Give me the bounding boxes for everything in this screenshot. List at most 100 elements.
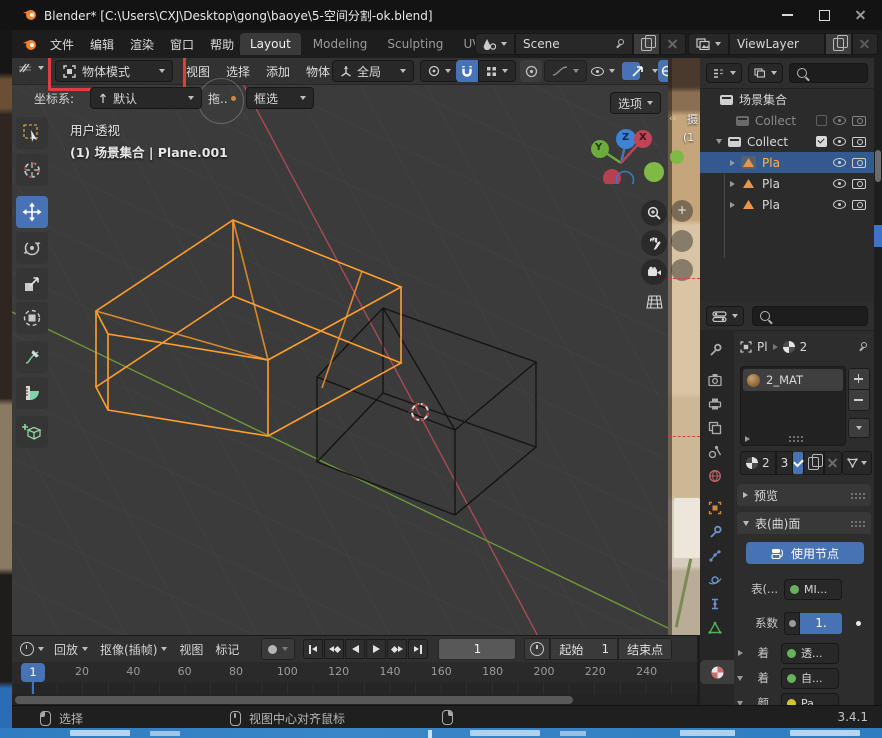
menu-help[interactable]: 帮助 xyxy=(202,36,242,53)
shader-dropdown[interactable]: 透... xyxy=(781,643,839,664)
orientation-dropdown[interactable]: 全局 xyxy=(332,60,414,82)
options-dropdown[interactable]: 选项 xyxy=(610,92,661,114)
use-nodes-button[interactable]: 使用节点 xyxy=(746,542,864,564)
factor-socket[interactable] xyxy=(784,612,800,635)
viewport-3d[interactable]: 物体模式 视图 选择 添加 物体 全局 xyxy=(12,58,668,635)
render-camera-icon[interactable] xyxy=(852,200,866,210)
expand-icon[interactable] xyxy=(730,181,735,187)
material-slot-list[interactable]: 2_MAT xyxy=(740,366,846,446)
slot-specials-dropdown[interactable] xyxy=(848,418,870,438)
nav-gizmo[interactable]: Y Z X xyxy=(582,118,668,184)
render-camera-icon[interactable] xyxy=(852,179,866,189)
slot-add-button[interactable] xyxy=(848,368,870,390)
menu-edit[interactable]: 编辑 xyxy=(82,36,122,53)
tab-material-active[interactable] xyxy=(700,660,734,684)
pivot-dropdown[interactable] xyxy=(420,60,459,82)
tool-cursor[interactable] xyxy=(16,154,48,186)
gizmo-axis-x[interactable]: X xyxy=(639,132,647,143)
maximize-button[interactable] xyxy=(819,10,830,21)
material-unlink-button[interactable] xyxy=(824,451,842,475)
drag-dropdown[interactable]: 拖.. xyxy=(208,90,236,107)
scene-new-copy-button[interactable] xyxy=(633,33,660,55)
viewlayer-type-icon[interactable] xyxy=(688,33,729,55)
use-preview-range-button[interactable] xyxy=(524,638,550,660)
box-select-dropdown[interactable]: 框选 xyxy=(246,87,314,109)
panel-surface[interactable]: 表(曲)面 xyxy=(737,512,871,534)
playhead-line[interactable] xyxy=(32,681,34,694)
scene-name-field[interactable]: Scene xyxy=(515,33,633,55)
viewlayer-name-field[interactable]: ViewLayer xyxy=(729,33,825,55)
pin-icon[interactable] xyxy=(858,342,868,352)
properties-editor-type-dropdown[interactable] xyxy=(706,306,744,326)
minimize-button[interactable] xyxy=(782,14,793,16)
outliner-filter-dropdown[interactable] xyxy=(748,63,783,83)
render-camera-icon[interactable] xyxy=(852,158,866,168)
current-frame-field[interactable]: 1 xyxy=(438,638,516,660)
menu-playback[interactable]: 回放 xyxy=(48,641,94,658)
jump-to-end-button[interactable] xyxy=(408,639,428,659)
viewlayer-copy-button[interactable] xyxy=(825,33,852,55)
proportional-editing-button[interactable] xyxy=(520,60,542,82)
color-dropdown[interactable]: Pa... xyxy=(781,693,839,706)
nav-pan-button[interactable] xyxy=(641,230,667,256)
material-copy-button[interactable] xyxy=(803,451,824,475)
timeline-track-area[interactable] xyxy=(12,683,697,694)
menu-view[interactable]: 视图 xyxy=(173,641,209,658)
render-camera-icon[interactable] xyxy=(852,116,866,126)
jump-to-start-button[interactable] xyxy=(303,639,323,659)
coord-system-dropdown[interactable]: 默认 xyxy=(90,87,202,109)
outliner-row-object[interactable]: Pla xyxy=(700,194,874,215)
panel-grip[interactable] xyxy=(850,492,865,499)
scene-unlink-button[interactable] xyxy=(660,33,686,55)
menu-select[interactable]: 选择 xyxy=(218,63,258,80)
gizmo-axis-y[interactable]: Y xyxy=(595,142,602,153)
breadcrumb-object[interactable]: Pl xyxy=(757,340,768,354)
tab-render[interactable] xyxy=(700,368,730,392)
panel-grip[interactable] xyxy=(850,520,865,527)
nav-camera-button[interactable] xyxy=(641,259,667,285)
outliner-row-collection-disabled[interactable]: Collect xyxy=(700,110,874,131)
tool-measure[interactable] xyxy=(16,377,48,409)
expand-icon[interactable] xyxy=(730,160,735,166)
resize-grip[interactable] xyxy=(788,435,803,442)
fake-user-button[interactable] xyxy=(793,452,803,474)
outliner-row-object[interactable]: Pla xyxy=(700,173,874,194)
tab-scene[interactable] xyxy=(700,440,730,464)
menu-add[interactable]: 添加 xyxy=(258,63,298,80)
material-slot-row[interactable]: 2_MAT xyxy=(743,369,843,391)
nav-ortho-button[interactable] xyxy=(641,289,667,315)
tab-tool[interactable] xyxy=(700,338,730,362)
tab-object-data[interactable] xyxy=(700,616,730,640)
timeline-ruler[interactable]: 20406080100120140160180200220240 1 xyxy=(12,662,697,684)
scene-type-icon[interactable] xyxy=(475,33,515,55)
render-camera-icon[interactable] xyxy=(852,137,866,147)
menu-render[interactable]: 渲染 xyxy=(122,36,162,53)
menu-view[interactable]: 视图 xyxy=(178,63,218,80)
outliner-display-mode-dropdown[interactable] xyxy=(706,63,742,83)
outliner-row-collection[interactable]: Collect xyxy=(700,131,874,152)
slot-list-expand-icon[interactable] xyxy=(745,436,750,442)
mode-dropdown[interactable]: 物体模式 xyxy=(55,60,173,82)
tool-scale[interactable] xyxy=(16,268,48,300)
expand-icon[interactable] xyxy=(716,139,722,144)
falloff-dropdown[interactable] xyxy=(544,60,587,82)
collection-checkbox[interactable] xyxy=(816,136,827,147)
menu-file[interactable]: 文件 xyxy=(42,36,82,53)
material-users-button[interactable]: 3 xyxy=(776,451,794,475)
tab-object[interactable] xyxy=(700,496,730,520)
editor-type-dropdown[interactable] xyxy=(18,61,44,75)
play-button[interactable] xyxy=(366,639,386,659)
next-keyframe-button[interactable] xyxy=(387,639,407,659)
tool-move[interactable] xyxy=(16,196,48,228)
menu-marker[interactable]: 标记 xyxy=(209,641,245,658)
tab-output[interactable] xyxy=(700,392,730,416)
tab-particles[interactable] xyxy=(700,544,730,568)
outliner-row-scene-collection[interactable]: 场景集合 xyxy=(700,89,874,110)
breadcrumb-material[interactable]: 2 xyxy=(800,340,808,354)
material-datablock[interactable]: 2 xyxy=(740,451,776,475)
close-button[interactable] xyxy=(856,10,866,20)
blender-menu-icon[interactable] xyxy=(22,37,38,54)
prev-keyframe-button[interactable] xyxy=(324,639,344,659)
tab-modeling[interactable]: Modeling xyxy=(305,33,376,55)
tool-rotate[interactable] xyxy=(16,232,48,264)
